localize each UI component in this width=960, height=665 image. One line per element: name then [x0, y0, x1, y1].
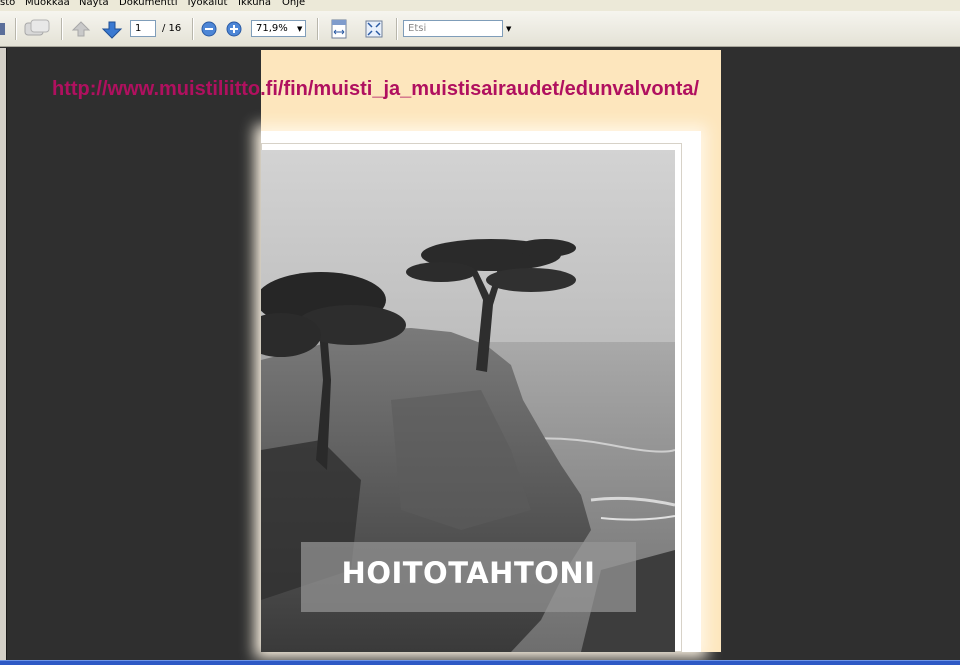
- toolbar-separator: [61, 18, 63, 40]
- menu-help[interactable]: Ohje: [282, 0, 305, 9]
- next-page-icon[interactable]: [101, 20, 123, 40]
- navigation-pane-edge[interactable]: [0, 48, 7, 660]
- fit-width-icon[interactable]: [329, 19, 349, 39]
- search-placeholder: Etsi: [408, 23, 427, 34]
- menu-view[interactable]: Näytä: [79, 0, 109, 9]
- menu-file[interactable]: sto: [0, 0, 15, 9]
- cover-title: HOITOTAHTONI: [341, 556, 596, 590]
- url-overlay-text: http://www.muistiliitto.fi/fin/muisti_ja…: [52, 78, 700, 100]
- comment-icon[interactable]: [22, 18, 52, 40]
- toolbar-separator: [15, 18, 17, 40]
- chevron-down-icon: ▼: [297, 25, 303, 33]
- toolbar-separator: [317, 18, 319, 40]
- zoom-in-icon[interactable]: [226, 21, 242, 37]
- zoom-level-select[interactable]: 71,9% ▼: [251, 20, 306, 37]
- fit-page-icon[interactable]: [364, 19, 384, 39]
- previous-page-icon[interactable]: [71, 20, 91, 38]
- menu-window[interactable]: Ikkuna: [238, 0, 271, 9]
- page-total-label: / 16: [162, 23, 182, 34]
- save-icon[interactable]: [0, 21, 6, 37]
- zoom-level-value: 71,9%: [256, 23, 288, 34]
- toolbar-separator: [396, 18, 398, 40]
- toolbar: 1 / 16 71,9% ▼ Etsi ▼: [0, 11, 960, 47]
- menu-document[interactable]: Dokumentti: [119, 0, 178, 9]
- menu-tools[interactable]: Työkalut: [186, 0, 227, 9]
- search-dropdown-icon[interactable]: ▼: [506, 25, 511, 33]
- menu-edit[interactable]: Muokkaa: [25, 0, 70, 9]
- page-number-input[interactable]: 1: [130, 20, 156, 37]
- toolbar-separator: [192, 18, 194, 40]
- search-input[interactable]: Etsi: [403, 20, 503, 37]
- zoom-out-icon[interactable]: [201, 21, 217, 37]
- menu-bar: sto Muokkaa Näytä Dokumentti Työkalut Ik…: [0, 0, 960, 11]
- windows-taskbar: [0, 660, 960, 665]
